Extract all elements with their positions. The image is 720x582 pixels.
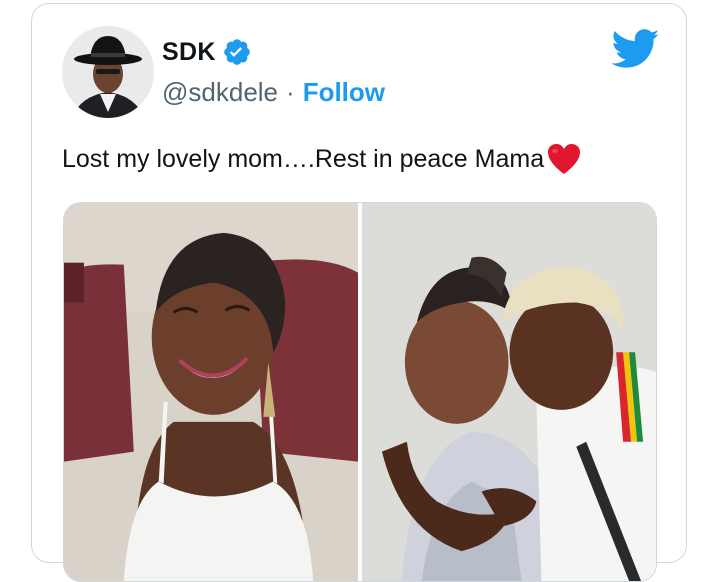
tweet-text: Lost my lovely mom….Rest in peace Mama (62, 142, 582, 176)
verified-badge-icon (222, 37, 252, 67)
display-name[interactable]: SDK (162, 38, 216, 67)
tweet-body: Lost my lovely mom….Rest in peace Mama (62, 144, 545, 173)
twitter-bird-icon[interactable] (611, 29, 660, 69)
photo-smiling-woman[interactable] (64, 203, 358, 581)
red-heart-icon (546, 142, 582, 176)
follow-button[interactable]: Follow (303, 77, 385, 108)
photo-embrace[interactable] (362, 203, 656, 581)
separator-dot: · (286, 77, 295, 107)
media-grid (63, 202, 657, 582)
avatar[interactable] (62, 26, 154, 118)
tweet-card[interactable]: SDK @sdkdele · Follow Lost my lovely mom… (31, 3, 687, 582)
user-handle[interactable]: @sdkdele (162, 77, 278, 108)
